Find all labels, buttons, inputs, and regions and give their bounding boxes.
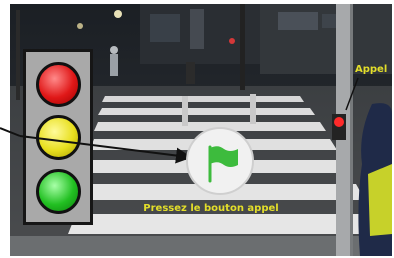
arrow-to-button [19, 135, 192, 164]
game-stage: Pressez le bouton appel Appel [0, 0, 394, 258]
leader-line-left [0, 127, 21, 137]
callout-leader [345, 77, 359, 111]
call-button[interactable] [186, 127, 254, 195]
callout-label: Appel [355, 64, 388, 75]
press-instruction-text: Pressez le bouton appel [143, 203, 279, 214]
green-flag-icon [208, 145, 238, 183]
annotation-lines [0, 77, 359, 164]
